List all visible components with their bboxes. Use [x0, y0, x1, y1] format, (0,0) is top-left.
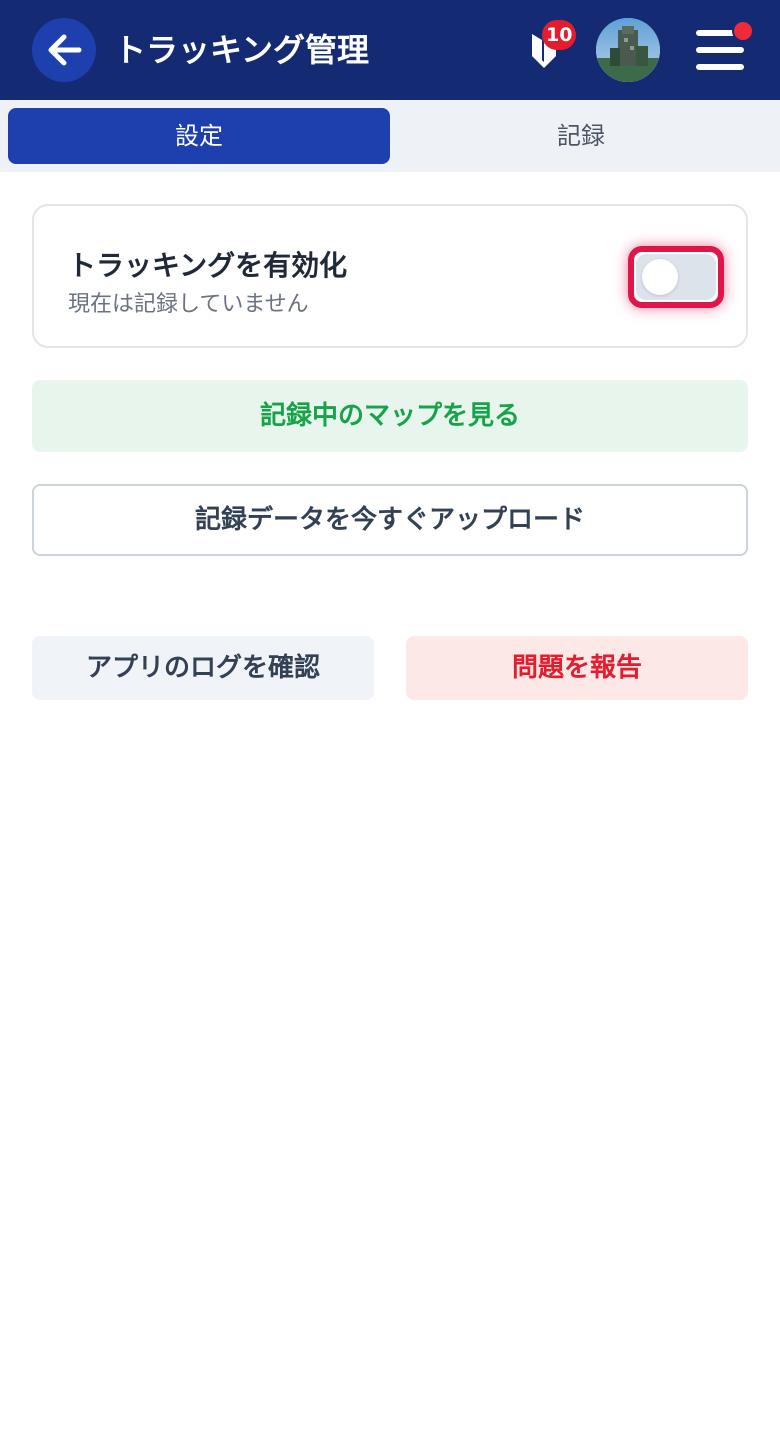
notifications-button[interactable]: 10	[522, 20, 577, 74]
toggle-track	[636, 254, 716, 300]
view-logs-button[interactable]: アプリのログを確認	[32, 636, 374, 700]
avatar-image	[596, 18, 660, 82]
app-header: トラッキング管理 10	[0, 0, 780, 100]
back-button[interactable]	[32, 18, 96, 82]
tracking-toggle[interactable]	[628, 246, 724, 308]
arrow-left-icon	[48, 34, 82, 66]
page-title: トラッキング管理	[114, 31, 370, 69]
tab-records[interactable]: 記録	[390, 108, 772, 164]
tracking-status: 現在は記録していません	[68, 292, 309, 317]
tracking-card: トラッキングを有効化 現在は記録していません	[32, 204, 748, 348]
menu-button[interactable]	[692, 20, 754, 76]
upload-now-button[interactable]: 記録データを今すぐアップロード	[32, 484, 748, 556]
toggle-knob	[642, 259, 678, 295]
notification-count-badge: 10	[542, 20, 577, 50]
tab-settings[interactable]: 設定	[8, 108, 390, 164]
menu-alert-dot	[732, 20, 754, 42]
avatar[interactable]	[596, 18, 660, 82]
tracking-title: トラッキングを有効化	[68, 249, 348, 282]
tab-bar: 設定 記録	[0, 100, 780, 172]
report-issue-button[interactable]: 問題を報告	[406, 636, 748, 700]
view-map-button[interactable]: 記録中のマップを見る	[32, 380, 748, 452]
